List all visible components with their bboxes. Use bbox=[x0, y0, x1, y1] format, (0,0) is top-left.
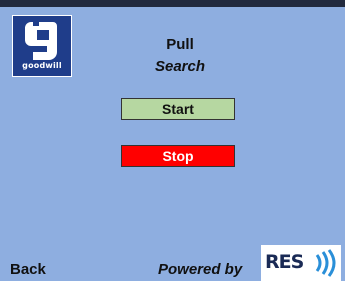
goodwill-logo: goodwill bbox=[12, 15, 72, 77]
page-title: Pull bbox=[166, 36, 194, 53]
res-logo: RES bbox=[261, 245, 341, 281]
start-button[interactable]: Start bbox=[121, 98, 235, 120]
app-screen: goodwill Pull Search Start Stop Back Pow… bbox=[0, 7, 345, 281]
goodwill-g-icon bbox=[25, 20, 57, 60]
goodwill-logo-text: goodwill bbox=[22, 61, 62, 70]
top-bar bbox=[0, 0, 345, 7]
res-logo-text: RES bbox=[265, 251, 304, 273]
back-button[interactable]: Back bbox=[10, 261, 46, 278]
powered-by-label: Powered by bbox=[158, 261, 243, 278]
stop-button[interactable]: Stop bbox=[121, 145, 235, 167]
page-subtitle: Search bbox=[154, 58, 206, 75]
signal-waves-icon bbox=[315, 249, 336, 277]
